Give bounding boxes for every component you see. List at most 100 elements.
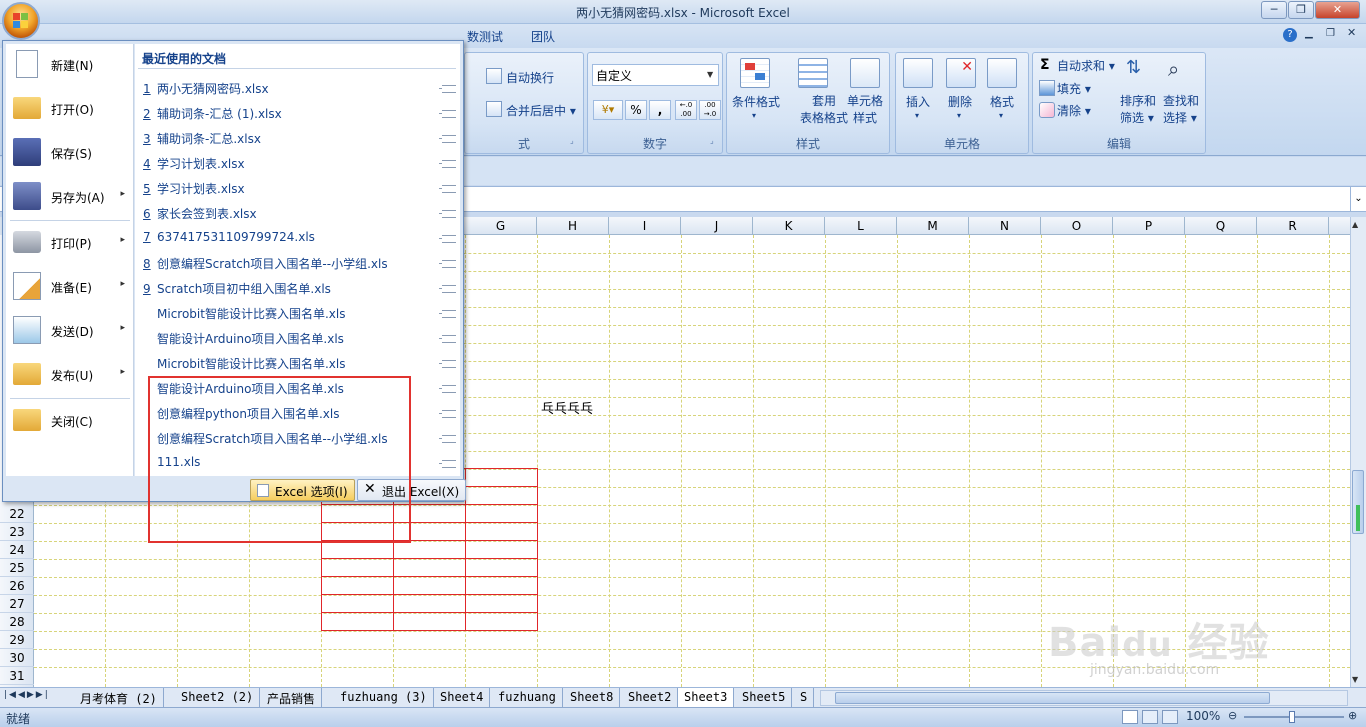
menu-prepare[interactable]: 准备(E) ▸ (6, 267, 133, 307)
close-window-button[interactable]: ✕ (1315, 1, 1360, 19)
number-format-select[interactable]: 自定义 (592, 64, 719, 86)
column-header[interactable]: J (681, 217, 753, 235)
row-header[interactable]: 28 (0, 613, 34, 631)
find-select-button[interactable]: 查找和 选择 ▾ (1163, 93, 1199, 127)
column-header[interactable]: O (1041, 217, 1113, 235)
office-button[interactable] (2, 2, 40, 40)
recent-document-item[interactable]: 8 创意编程Scratch项目入围名单--小学组.xls (143, 255, 443, 275)
column-header[interactable]: R (1257, 217, 1329, 235)
zoom-out-icon[interactable]: ⊖ (1228, 709, 1237, 722)
insert-cells-button[interactable]: 插入 (906, 93, 930, 110)
sheet-tab[interactable]: Sheet2 (622, 688, 679, 707)
column-header[interactable]: I (609, 217, 681, 235)
delete-cells-button[interactable]: 删除 (948, 93, 972, 110)
chevron-down-icon[interactable]: ▼ (707, 70, 713, 79)
sheet-tab[interactable]: Sheet2 (2) (175, 688, 261, 707)
recent-document-item[interactable]: Microbit智能设计比赛入围名单.xls (143, 355, 443, 375)
menu-publish[interactable]: 发布(U) ▸ (6, 355, 133, 395)
page-layout-icon[interactable] (1142, 710, 1158, 724)
recent-document-item[interactable]: 1 两小无猜网密码.xlsx (143, 80, 443, 100)
recent-document-item[interactable]: 3 辅助词条-汇总.xlsx (143, 130, 443, 150)
sheet-nav-arrows-icon[interactable]: |◀◀▶▶| (4, 690, 50, 700)
sheet-tab[interactable]: S (794, 688, 815, 707)
zoom-slider-handle[interactable] (1289, 711, 1295, 723)
pin-icon[interactable] (439, 110, 456, 118)
dialog-launcher-icon[interactable]: ⌟ (570, 136, 574, 145)
column-header[interactable]: K (753, 217, 825, 235)
pin-icon[interactable] (439, 160, 456, 168)
pin-icon[interactable] (439, 385, 456, 393)
column-header[interactable]: M (897, 217, 969, 235)
recent-document-item[interactable]: 9 Scratch项目初中组入围名单.xls (143, 280, 443, 300)
column-header[interactable]: G (465, 217, 537, 235)
sheet-tab[interactable]: Sheet5 (736, 688, 793, 707)
menu-send[interactable]: 发送(D) ▸ (6, 311, 133, 351)
menu-save[interactable]: 保存(S) (6, 133, 133, 173)
row-header[interactable]: 25 (0, 559, 34, 577)
pin-icon[interactable] (439, 310, 456, 318)
increase-decimal-button[interactable]: ←.0.00 (675, 100, 697, 120)
row-header[interactable]: 31 (0, 667, 34, 685)
recent-document-item[interactable]: 2 辅助词条-汇总 (1).xlsx (143, 105, 443, 125)
ribbon-minimize-icon[interactable]: ▁ (1305, 28, 1313, 39)
sheet-tab[interactable]: fuzhuang (492, 688, 563, 707)
horizontal-scroll-thumb[interactable] (835, 692, 1270, 704)
minimize-button[interactable]: ─ (1261, 1, 1287, 19)
pin-icon[interactable] (439, 335, 456, 343)
column-header[interactable]: P (1113, 217, 1185, 235)
sheet-tab[interactable]: Sheet4 (434, 688, 491, 707)
percent-button[interactable]: % (625, 100, 647, 120)
ribbon-restore-icon[interactable]: ❐ (1326, 28, 1335, 39)
pin-icon[interactable] (439, 210, 456, 218)
pin-icon[interactable] (439, 185, 456, 193)
pin-icon[interactable] (439, 135, 456, 143)
fill-button[interactable]: 填充 ▾ (1057, 80, 1091, 97)
recent-document-item[interactable]: 7 637417531109799724.xls (143, 230, 443, 250)
pin-icon[interactable] (439, 285, 456, 293)
sort-filter-button[interactable]: 排序和 筛选 ▾ (1120, 93, 1156, 127)
recent-document-item[interactable]: 4 学习计划表.xlsx (143, 155, 443, 175)
pin-icon[interactable] (439, 235, 456, 243)
cell-styles-button[interactable]: 单元格 样式 (847, 93, 883, 127)
scroll-up-icon[interactable]: ▲ (1352, 220, 1358, 229)
sheet-tab[interactable]: fuzhuang (3) (334, 688, 434, 707)
sheet-tab[interactable]: 产品销售 (261, 688, 323, 707)
pin-icon[interactable] (439, 435, 456, 443)
table-format-button[interactable]: 套用 表格格式 (800, 93, 848, 127)
column-header[interactable]: H (537, 217, 609, 235)
column-header[interactable]: L (825, 217, 897, 235)
wrap-text-button[interactable]: 自动换行 (506, 69, 554, 86)
normal-view-icon[interactable] (1122, 710, 1138, 724)
pin-icon[interactable] (439, 85, 456, 93)
row-header[interactable]: 27 (0, 595, 34, 613)
decrease-decimal-button[interactable]: .00 →.0 (699, 100, 721, 120)
zoom-in-icon[interactable]: ⊕ (1348, 709, 1357, 722)
currency-icon[interactable]: ¥▾ (593, 100, 623, 120)
formula-expand-icon[interactable]: ⌄ (1350, 187, 1366, 211)
ribbon-close-icon[interactable]: ✕ (1347, 26, 1356, 39)
recent-document-item[interactable]: 5 学习计划表.xlsx (143, 180, 443, 200)
format-cells-button[interactable]: 格式 (990, 93, 1014, 110)
restore-button[interactable]: ❐ (1288, 1, 1314, 19)
pin-icon[interactable] (439, 360, 456, 368)
help-icon[interactable]: ? (1283, 28, 1297, 42)
clear-button[interactable]: 清除 ▾ (1057, 102, 1091, 119)
column-header[interactable]: N (969, 217, 1041, 235)
tab-load-test[interactable]: 数测试 (467, 28, 503, 45)
row-header[interactable]: 29 (0, 631, 34, 649)
row-header[interactable]: 26 (0, 577, 34, 595)
merge-center-button[interactable]: 合并后居中 ▾ (506, 102, 576, 119)
zoom-level[interactable]: 100% (1186, 709, 1220, 723)
tab-team[interactable]: 团队 (531, 28, 555, 45)
sheet-tab[interactable]: Sheet8 (564, 688, 621, 707)
row-header[interactable]: 30 (0, 649, 34, 667)
autosum-button[interactable]: 自动求和 ▾ (1057, 57, 1115, 74)
sheet-tab-active[interactable]: Sheet3 (678, 688, 735, 707)
row-header[interactable]: 23 (0, 523, 34, 541)
menu-close[interactable]: 关闭(C) (6, 401, 133, 441)
recent-document-item[interactable]: Microbit智能设计比赛入围名单.xls (143, 305, 443, 325)
pin-icon[interactable] (439, 410, 456, 418)
recent-document-item[interactable]: 6 家长会签到表.xlsx (143, 205, 443, 225)
menu-open[interactable]: 打开(O) (6, 89, 133, 129)
sheet-tab[interactable]: 月考体育 (2) (74, 688, 164, 707)
